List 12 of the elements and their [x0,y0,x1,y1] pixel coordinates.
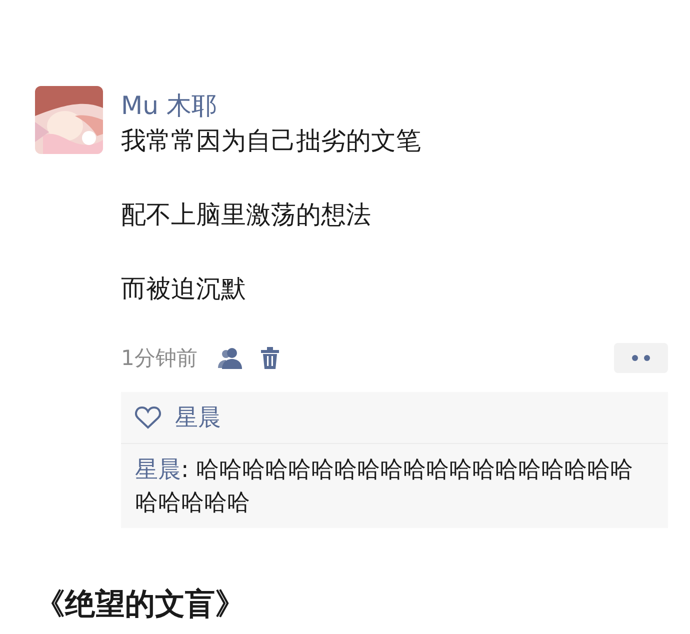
post-text: 而被迫沉默 [121,273,247,305]
people-icon[interactable] [217,347,244,369]
trash-icon[interactable] [261,347,280,369]
post-time: 1分钟前 [121,345,198,372]
more-button[interactable] [614,343,668,373]
post-text: 配不上脑里激荡的想法 [121,199,372,231]
liker-name[interactable]: 星晨 [175,402,221,433]
heart-icon [135,406,161,429]
post-text: 我常常因为自己拙劣的文笔 [121,125,422,157]
next-post-title: 《绝望的文盲》 [35,586,246,624]
author-name[interactable]: Mu 木耶 [121,88,668,124]
comment-text: 星晨: 哈哈哈哈哈哈哈哈哈哈哈哈哈哈哈哈哈哈哈哈哈哈哈哈 [135,456,634,518]
